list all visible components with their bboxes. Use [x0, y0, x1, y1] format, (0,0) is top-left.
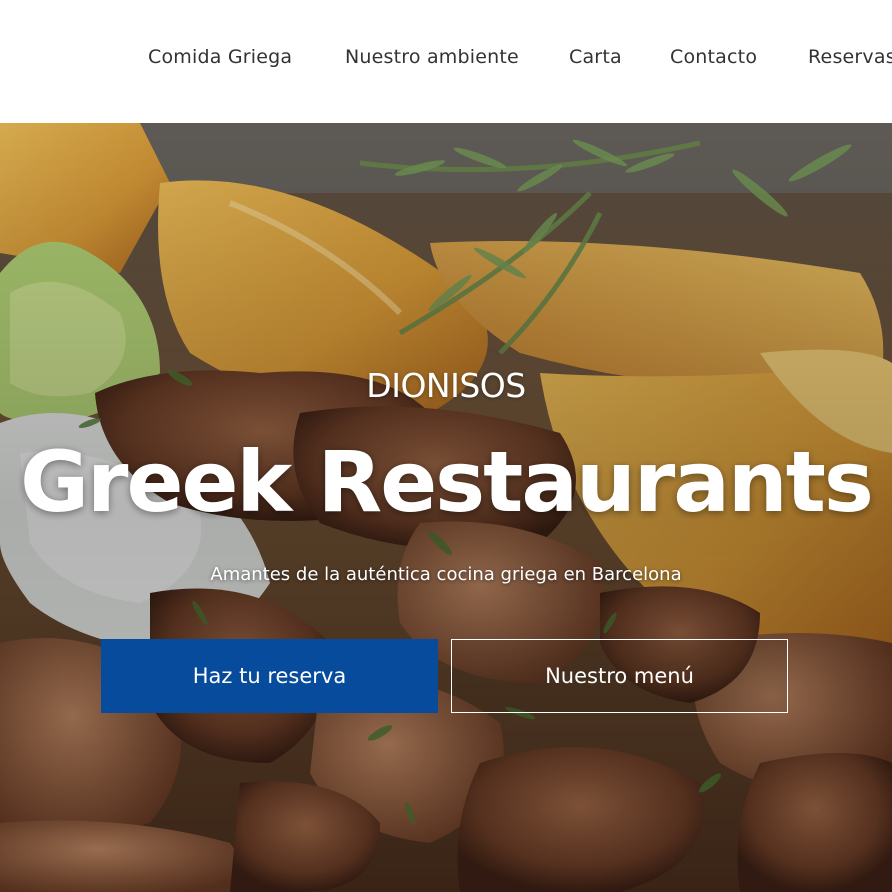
- nav-item-nuestro-ambiente[interactable]: Nuestro ambiente: [345, 46, 519, 68]
- nav-item-carta[interactable]: Carta: [569, 46, 622, 68]
- hero-subtitle: Amantes de la auténtica cocina griega en…: [210, 564, 682, 585]
- menu-button[interactable]: Nuestro menú: [451, 639, 788, 713]
- nav-item-contacto[interactable]: Contacto: [670, 46, 757, 68]
- hero-headline: Greek Restaurants: [20, 433, 874, 531]
- brand-name: DIONISOS: [366, 366, 526, 405]
- reserve-button[interactable]: Haz tu reserva: [101, 639, 438, 713]
- nav-item-comida-griega[interactable]: Comida Griega: [148, 46, 292, 68]
- hero-section: DIONISOS Greek Restaurants Amantes de la…: [0, 123, 892, 892]
- nav-item-reservas[interactable]: Reservas: [808, 46, 892, 68]
- site-header: Comida Griega Nuestro ambiente Carta Con…: [0, 0, 892, 123]
